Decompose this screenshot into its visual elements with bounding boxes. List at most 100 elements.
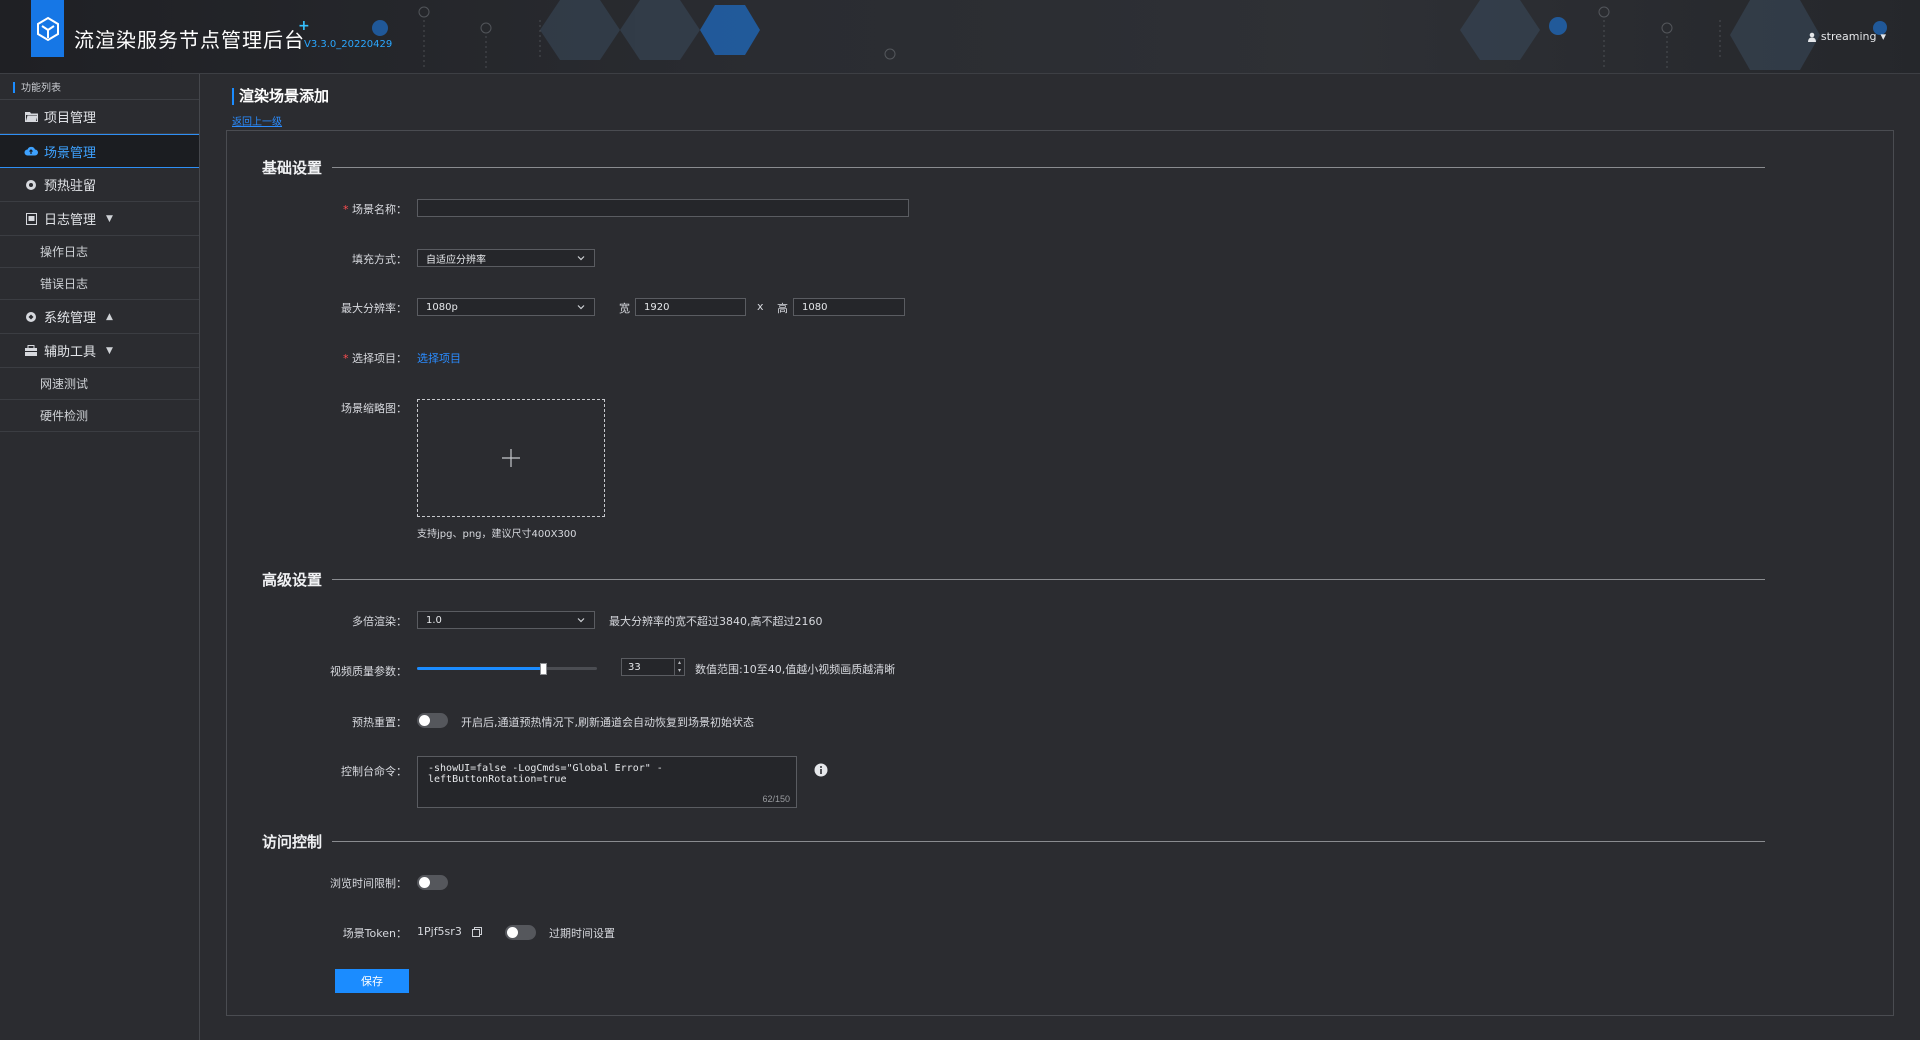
folder-icon	[24, 110, 38, 124]
console-command-value: -showUI=false -LogCmds="Global Error" -l…	[428, 763, 663, 785]
sidebar-subitem-error-log[interactable]: 错误日志	[0, 268, 199, 300]
app-logo[interactable]	[31, 0, 64, 57]
fill-mode-select[interactable]: 自适应分辨率	[417, 249, 595, 267]
caret-down-icon: ▼	[106, 345, 113, 356]
top-header: 流渲染服务节点管理后台 + V3.3.0_20220429 streaming …	[0, 0, 1920, 74]
caret-down-icon: ▼	[106, 213, 113, 224]
username: streaming	[1820, 30, 1877, 43]
chevron-down-icon	[577, 618, 585, 623]
expire-time-toggle[interactable]	[505, 925, 536, 940]
thumbnail-label: 场景缩略图：	[341, 402, 407, 415]
sidebar-item-label: 项目管理	[44, 111, 97, 126]
browse-limit-label: 浏览时间限制：	[330, 877, 407, 890]
info-icon[interactable]	[814, 763, 828, 777]
thumbnail-hint: 支持jpg、png，建议尺寸400X300	[417, 529, 577, 540]
scene-name-label: 场景名称：	[287, 201, 407, 217]
sidebar-item-system[interactable]: 系统管理 ▲	[0, 300, 199, 334]
title-plus-mark: +	[298, 18, 310, 34]
user-menu[interactable]: streaming ▾	[1807, 30, 1886, 43]
slider-fill	[417, 667, 543, 670]
sidebar-heading-label: 功能列表	[21, 83, 61, 94]
video-quality-slider[interactable]	[417, 663, 597, 675]
width-input[interactable]: 1920	[635, 298, 746, 316]
back-link[interactable]: 返回上一级	[232, 113, 282, 128]
sidebar: 功能列表 项目管理 场景管理 预热驻留 日志管理 ▼ 操作日志 错误日志 系统管…	[0, 74, 200, 1040]
stepper-controls: ▴ ▾	[674, 659, 684, 675]
chevron-down-icon	[577, 256, 585, 261]
section-title-advanced: 高级设置	[262, 570, 323, 589]
multi-render-hint: 最大分辨率的宽不超过3840,高不超过2160	[609, 615, 823, 628]
log-icon	[24, 212, 38, 226]
fill-mode-value: 自适应分辨率	[426, 254, 486, 266]
section-title-access: 访问控制	[262, 832, 323, 851]
sidebar-item-label: 系统管理	[44, 311, 97, 326]
project-label: 选择项目：	[287, 350, 407, 366]
section-divider	[332, 166, 1765, 168]
thumbnail-uploader[interactable]	[417, 399, 605, 517]
project-label-text: 选择项目：	[352, 352, 407, 365]
dimension-separator: x	[757, 300, 764, 313]
gear-icon	[24, 178, 38, 192]
stepper-down-icon[interactable]: ▾	[675, 667, 684, 675]
user-icon	[1807, 32, 1816, 42]
logo-icon	[36, 16, 59, 41]
copy-icon[interactable]	[472, 927, 482, 937]
token-label: 场景Token：	[342, 927, 407, 940]
save-button[interactable]: 保存	[335, 969, 409, 993]
max-resolution-select[interactable]: 1080p	[417, 298, 595, 316]
section-title-basic: 基础设置	[262, 158, 323, 177]
height-input[interactable]: 1080	[793, 298, 905, 316]
preheat-reset-label: 预热重置：	[352, 716, 407, 729]
chevron-down-icon: ▾	[1880, 30, 1886, 43]
section-access: 访问控制	[262, 831, 1765, 851]
section-advanced: 高级设置	[262, 569, 1765, 589]
sidebar-item-tools[interactable]: 辅助工具 ▼	[0, 334, 199, 368]
multi-render-label: 多倍渲染：	[352, 615, 407, 628]
sidebar-item-preheat[interactable]: 预热驻留	[0, 168, 199, 202]
sidebar-item-label: 日志管理	[44, 213, 97, 228]
chevron-down-icon	[577, 305, 585, 310]
select-project-link[interactable]: 选择项目	[417, 350, 461, 366]
max-resolution-label: 最大分辨率：	[341, 302, 407, 315]
page-title: 渲染场景添加	[232, 88, 329, 105]
preheat-reset-toggle[interactable]	[417, 713, 448, 728]
form-panel: 基础设置 场景名称： 填充方式： 自适应分辨率 最大分辨率： 1080p 宽 1…	[226, 130, 1894, 1016]
scene-name-label-text: 场景名称：	[352, 203, 407, 216]
width-label: 宽	[619, 302, 630, 315]
video-quality-stepper[interactable]: 33 ▴ ▾	[621, 658, 685, 676]
app-title: 流渲染服务节点管理后台	[74, 28, 305, 52]
char-counter: 62/150	[762, 794, 790, 804]
max-resolution-value: 1080p	[426, 301, 458, 313]
sidebar-heading: 功能列表	[0, 74, 199, 100]
scene-name-input[interactable]	[417, 199, 909, 217]
section-divider	[332, 840, 1765, 842]
caret-up-icon: ▲	[106, 311, 113, 322]
expire-time-label: 过期时间设置	[549, 927, 615, 940]
stepper-up-icon[interactable]: ▴	[675, 659, 684, 667]
multi-render-select[interactable]: 1.0	[417, 611, 595, 629]
console-command-label: 控制台命令：	[341, 765, 407, 778]
cloud-icon	[24, 144, 38, 158]
sidebar-subitem-speed-test[interactable]: 网速测试	[0, 368, 199, 400]
video-quality-value: 33	[628, 661, 641, 673]
plus-icon	[502, 449, 520, 467]
settings-icon	[24, 310, 38, 324]
preheat-reset-hint: 开启后,通道预热情况下,刷新通道会自动恢复到场景初始状态	[461, 716, 754, 729]
multi-render-value: 1.0	[426, 614, 442, 626]
sidebar-item-log[interactable]: 日志管理 ▼	[0, 202, 199, 236]
sidebar-item-label: 辅助工具	[44, 345, 97, 360]
token-value: 1Pjf5sr3	[417, 925, 462, 938]
browse-limit-toggle[interactable]	[417, 875, 448, 890]
video-quality-label: 视频质量参数：	[330, 665, 407, 678]
console-command-textarea[interactable]: -showUI=false -LogCmds="Global Error" -l…	[417, 756, 797, 808]
slider-handle[interactable]	[540, 663, 547, 675]
toolbox-icon	[24, 344, 38, 358]
sidebar-subitem-operation-log[interactable]: 操作日志	[0, 236, 199, 268]
sidebar-item-label: 预热驻留	[44, 179, 97, 194]
sidebar-item-project[interactable]: 项目管理	[0, 100, 199, 134]
sidebar-subitem-hardware-check[interactable]: 硬件检测	[0, 400, 199, 432]
height-label: 高	[777, 302, 788, 315]
video-quality-hint: 数值范围:10至40,值越小视频画质越清晰	[695, 663, 896, 676]
sidebar-item-scene[interactable]: 场景管理	[0, 134, 199, 168]
section-basic: 基础设置	[262, 157, 1765, 177]
